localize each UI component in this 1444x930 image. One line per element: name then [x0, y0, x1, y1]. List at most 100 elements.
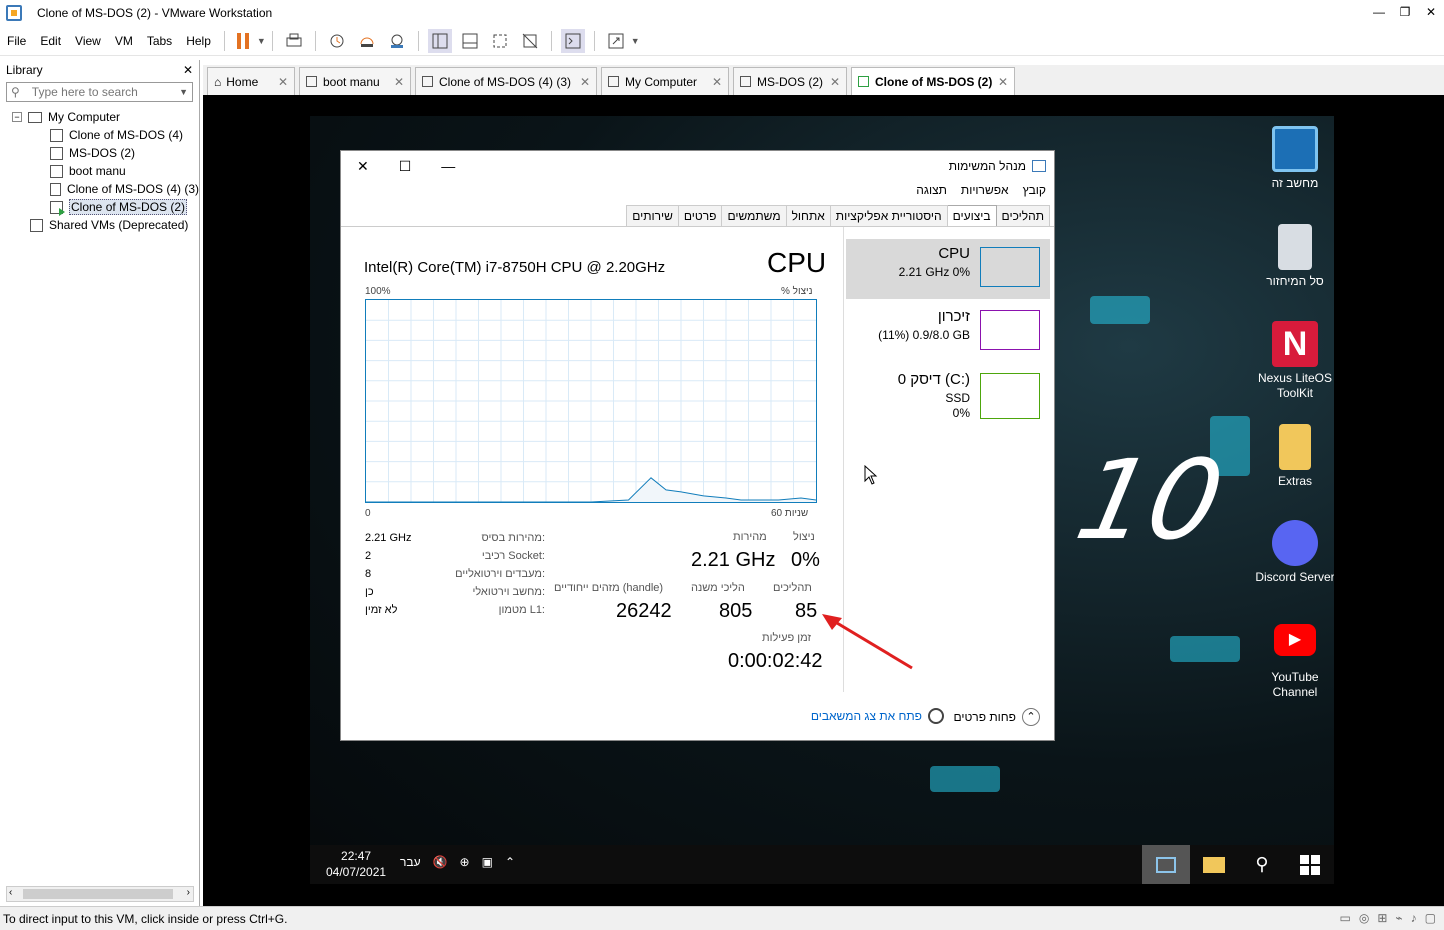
tm-menu-view[interactable]: תצוגה	[916, 183, 947, 197]
chevron-down-icon[interactable]: ▼	[257, 36, 266, 46]
collapse-icon[interactable]: −	[12, 112, 22, 122]
fewer-details-button[interactable]: פחות פרטים ⌃	[953, 708, 1040, 726]
tree-item-vm[interactable]: MS-DOS (2)	[0, 144, 199, 162]
taskbar-clock[interactable]: 22:47 04/07/2021	[326, 848, 386, 880]
tab-startup[interactable]: אתחול	[785, 205, 831, 226]
send-ctrl-alt-del-icon[interactable]	[282, 29, 306, 53]
task-manager-tabs: תהליכים ביצועים היסטוריית אפליקציות אתחו…	[626, 205, 1050, 226]
network-globe-icon[interactable]: ⊕	[460, 855, 470, 869]
chevron-down-icon[interactable]: ▼	[631, 36, 640, 46]
taskbar-search-button[interactable]: ⚲	[1238, 845, 1286, 884]
tab-clone-ms-dos-2[interactable]: Clone of MS-DOS (2) ✕	[851, 67, 1015, 95]
full-screen-icon[interactable]	[488, 29, 512, 53]
tm-menu-file[interactable]: קובץ	[1023, 183, 1046, 197]
minimize-button[interactable]: —	[1366, 0, 1392, 24]
menu-edit[interactable]: Edit	[33, 34, 68, 48]
desktop-icon-discord[interactable]: Discord Server	[1255, 520, 1334, 585]
speaker-muted-icon[interactable]: 🔇	[433, 855, 448, 869]
tab-processes[interactable]: תהליכים	[995, 205, 1050, 226]
threads-value: 805	[719, 600, 753, 622]
open-resource-monitor-link[interactable]: פתח את צג המשאבים	[811, 708, 944, 724]
menu-view[interactable]: View	[68, 34, 108, 48]
desktop-icon-this-pc[interactable]: מחשב זה	[1255, 126, 1334, 191]
menu-help[interactable]: Help	[179, 34, 218, 48]
graph-max-label: 100%	[365, 286, 391, 297]
tree-item-vm[interactable]: Clone of MS-DOS (4) (3)	[0, 180, 199, 198]
tab-performance[interactable]: ביצועים	[946, 205, 997, 226]
tree-item-vm[interactable]: Clone of MS-DOS (4)	[0, 126, 199, 144]
taskbar-task-manager-button[interactable]	[1142, 845, 1190, 884]
device-icon[interactable]: ▣	[482, 855, 493, 869]
tab-my-computer[interactable]: My Computer ✕	[601, 67, 729, 95]
resource-item-disk[interactable]: דיסק 0 (C:) SSD 0%	[846, 365, 1050, 425]
tab-boot-manu[interactable]: boot manu ✕	[299, 67, 411, 95]
message-icon[interactable]: ▢	[1425, 911, 1436, 925]
tab-ms-dos-2[interactable]: MS-DOS (2) ✕	[733, 67, 847, 95]
input-language[interactable]: עבר	[400, 855, 421, 869]
library-panel: Library ✕ ⚲ Type here to search ▼ − My C…	[0, 60, 200, 906]
tree-item-my-computer[interactable]: − My Computer	[0, 108, 199, 126]
show-library-icon[interactable]	[427, 28, 452, 53]
tree-item-vm-selected[interactable]: Clone of MS-DOS (2)	[0, 198, 199, 216]
tab-users[interactable]: משתמשים	[721, 205, 787, 226]
menu-tabs[interactable]: Tabs	[140, 34, 179, 48]
chevron-up-icon[interactable]: ⌃	[505, 855, 515, 869]
tm-maximize-button[interactable]: ☐	[399, 158, 412, 175]
resource-item-memory[interactable]: זיכרון (11%) 0.9/8.0 GB	[846, 302, 1050, 362]
desktop-icon-youtube[interactable]: ▶ YouTube Channel	[1255, 624, 1334, 700]
close-icon[interactable]: ✕	[712, 75, 722, 89]
tab-app-history[interactable]: היסטוריית אפליקציות	[829, 205, 948, 226]
processes-label: תהליכים	[773, 582, 812, 594]
unity-icon[interactable]	[518, 29, 542, 53]
close-icon[interactable]: ✕	[580, 75, 590, 89]
tab-home[interactable]: ⌂ Home ✕	[207, 67, 295, 95]
home-icon: ⌂	[214, 74, 222, 89]
menu-file[interactable]: File	[0, 34, 33, 48]
tree-item-shared-vms[interactable]: Shared VMs (Deprecated)	[0, 216, 199, 234]
usb-status-icon[interactable]: ⌁	[1395, 911, 1402, 925]
tm-close-button[interactable]: ✕	[357, 158, 369, 175]
tab-clone-ms-dos-4-3[interactable]: Clone of MS-DOS (4) (3) ✕	[415, 67, 597, 95]
stretch-guest-icon[interactable]	[604, 29, 628, 53]
console-view-icon[interactable]	[560, 28, 585, 53]
tree-item-vm[interactable]: boot manu	[0, 162, 199, 180]
task-manager-title: מנהל המשימות	[948, 159, 1026, 173]
library-scrollbar[interactable]: ‹ ›	[6, 886, 194, 902]
taskbar-file-explorer-button[interactable]	[1190, 845, 1238, 884]
cd-status-icon[interactable]: ◎	[1359, 911, 1369, 925]
close-icon[interactable]: ✕	[278, 75, 288, 89]
pause-icon[interactable]	[236, 32, 249, 49]
snapshot-manager-icon[interactable]	[385, 29, 409, 53]
thumbnail-bar-icon[interactable]	[458, 29, 482, 53]
spec-row: 2 רכיבי Socket:	[365, 547, 545, 565]
close-icon[interactable]: ✕	[998, 75, 1008, 89]
revert-snapshot-icon[interactable]	[355, 29, 379, 53]
close-icon[interactable]: ✕	[830, 75, 840, 89]
snapshot-icon[interactable]	[325, 29, 349, 53]
maximize-button[interactable]: ❐	[1392, 0, 1418, 24]
sound-status-icon[interactable]: ♪	[1411, 911, 1417, 925]
scroll-left-icon[interactable]: ‹	[9, 887, 12, 898]
library-search[interactable]: ⚲ Type here to search ▼	[6, 82, 193, 102]
scroll-thumb[interactable]	[23, 889, 173, 899]
tab-details[interactable]: פרטים	[677, 205, 723, 226]
search-input[interactable]: Type here to search	[32, 85, 179, 99]
menu-vm[interactable]: VM	[108, 34, 140, 48]
desktop-icon-recycle-bin[interactable]: סל המיחזור	[1255, 224, 1334, 289]
tm-minimize-button[interactable]: —	[441, 158, 455, 175]
vm-tree: − My Computer Clone of MS-DOS (4) MS-DOS…	[0, 108, 199, 234]
close-icon[interactable]: ✕	[394, 75, 404, 89]
library-close-button[interactable]: ✕	[183, 63, 193, 77]
desktop-icon-extras[interactable]: Extras	[1255, 424, 1334, 489]
close-button[interactable]: ✕	[1418, 0, 1444, 24]
resource-item-cpu[interactable]: CPU 2.21 GHz 0%	[846, 239, 1050, 299]
scroll-right-icon[interactable]: ›	[187, 887, 190, 898]
cpu-utilization-graph	[365, 299, 817, 503]
hdd-status-icon[interactable]: ▭	[1340, 911, 1351, 925]
start-button[interactable]	[1286, 845, 1334, 884]
network-status-icon[interactable]: ⊞	[1377, 911, 1387, 925]
tab-services[interactable]: שירותים	[626, 205, 679, 226]
desktop-icon-nexus-toolkit[interactable]: N Nexus LiteOS ToolKit	[1255, 321, 1334, 401]
chevron-down-icon[interactable]: ▼	[179, 87, 188, 97]
tm-menu-options[interactable]: אפשרויות	[961, 183, 1009, 197]
